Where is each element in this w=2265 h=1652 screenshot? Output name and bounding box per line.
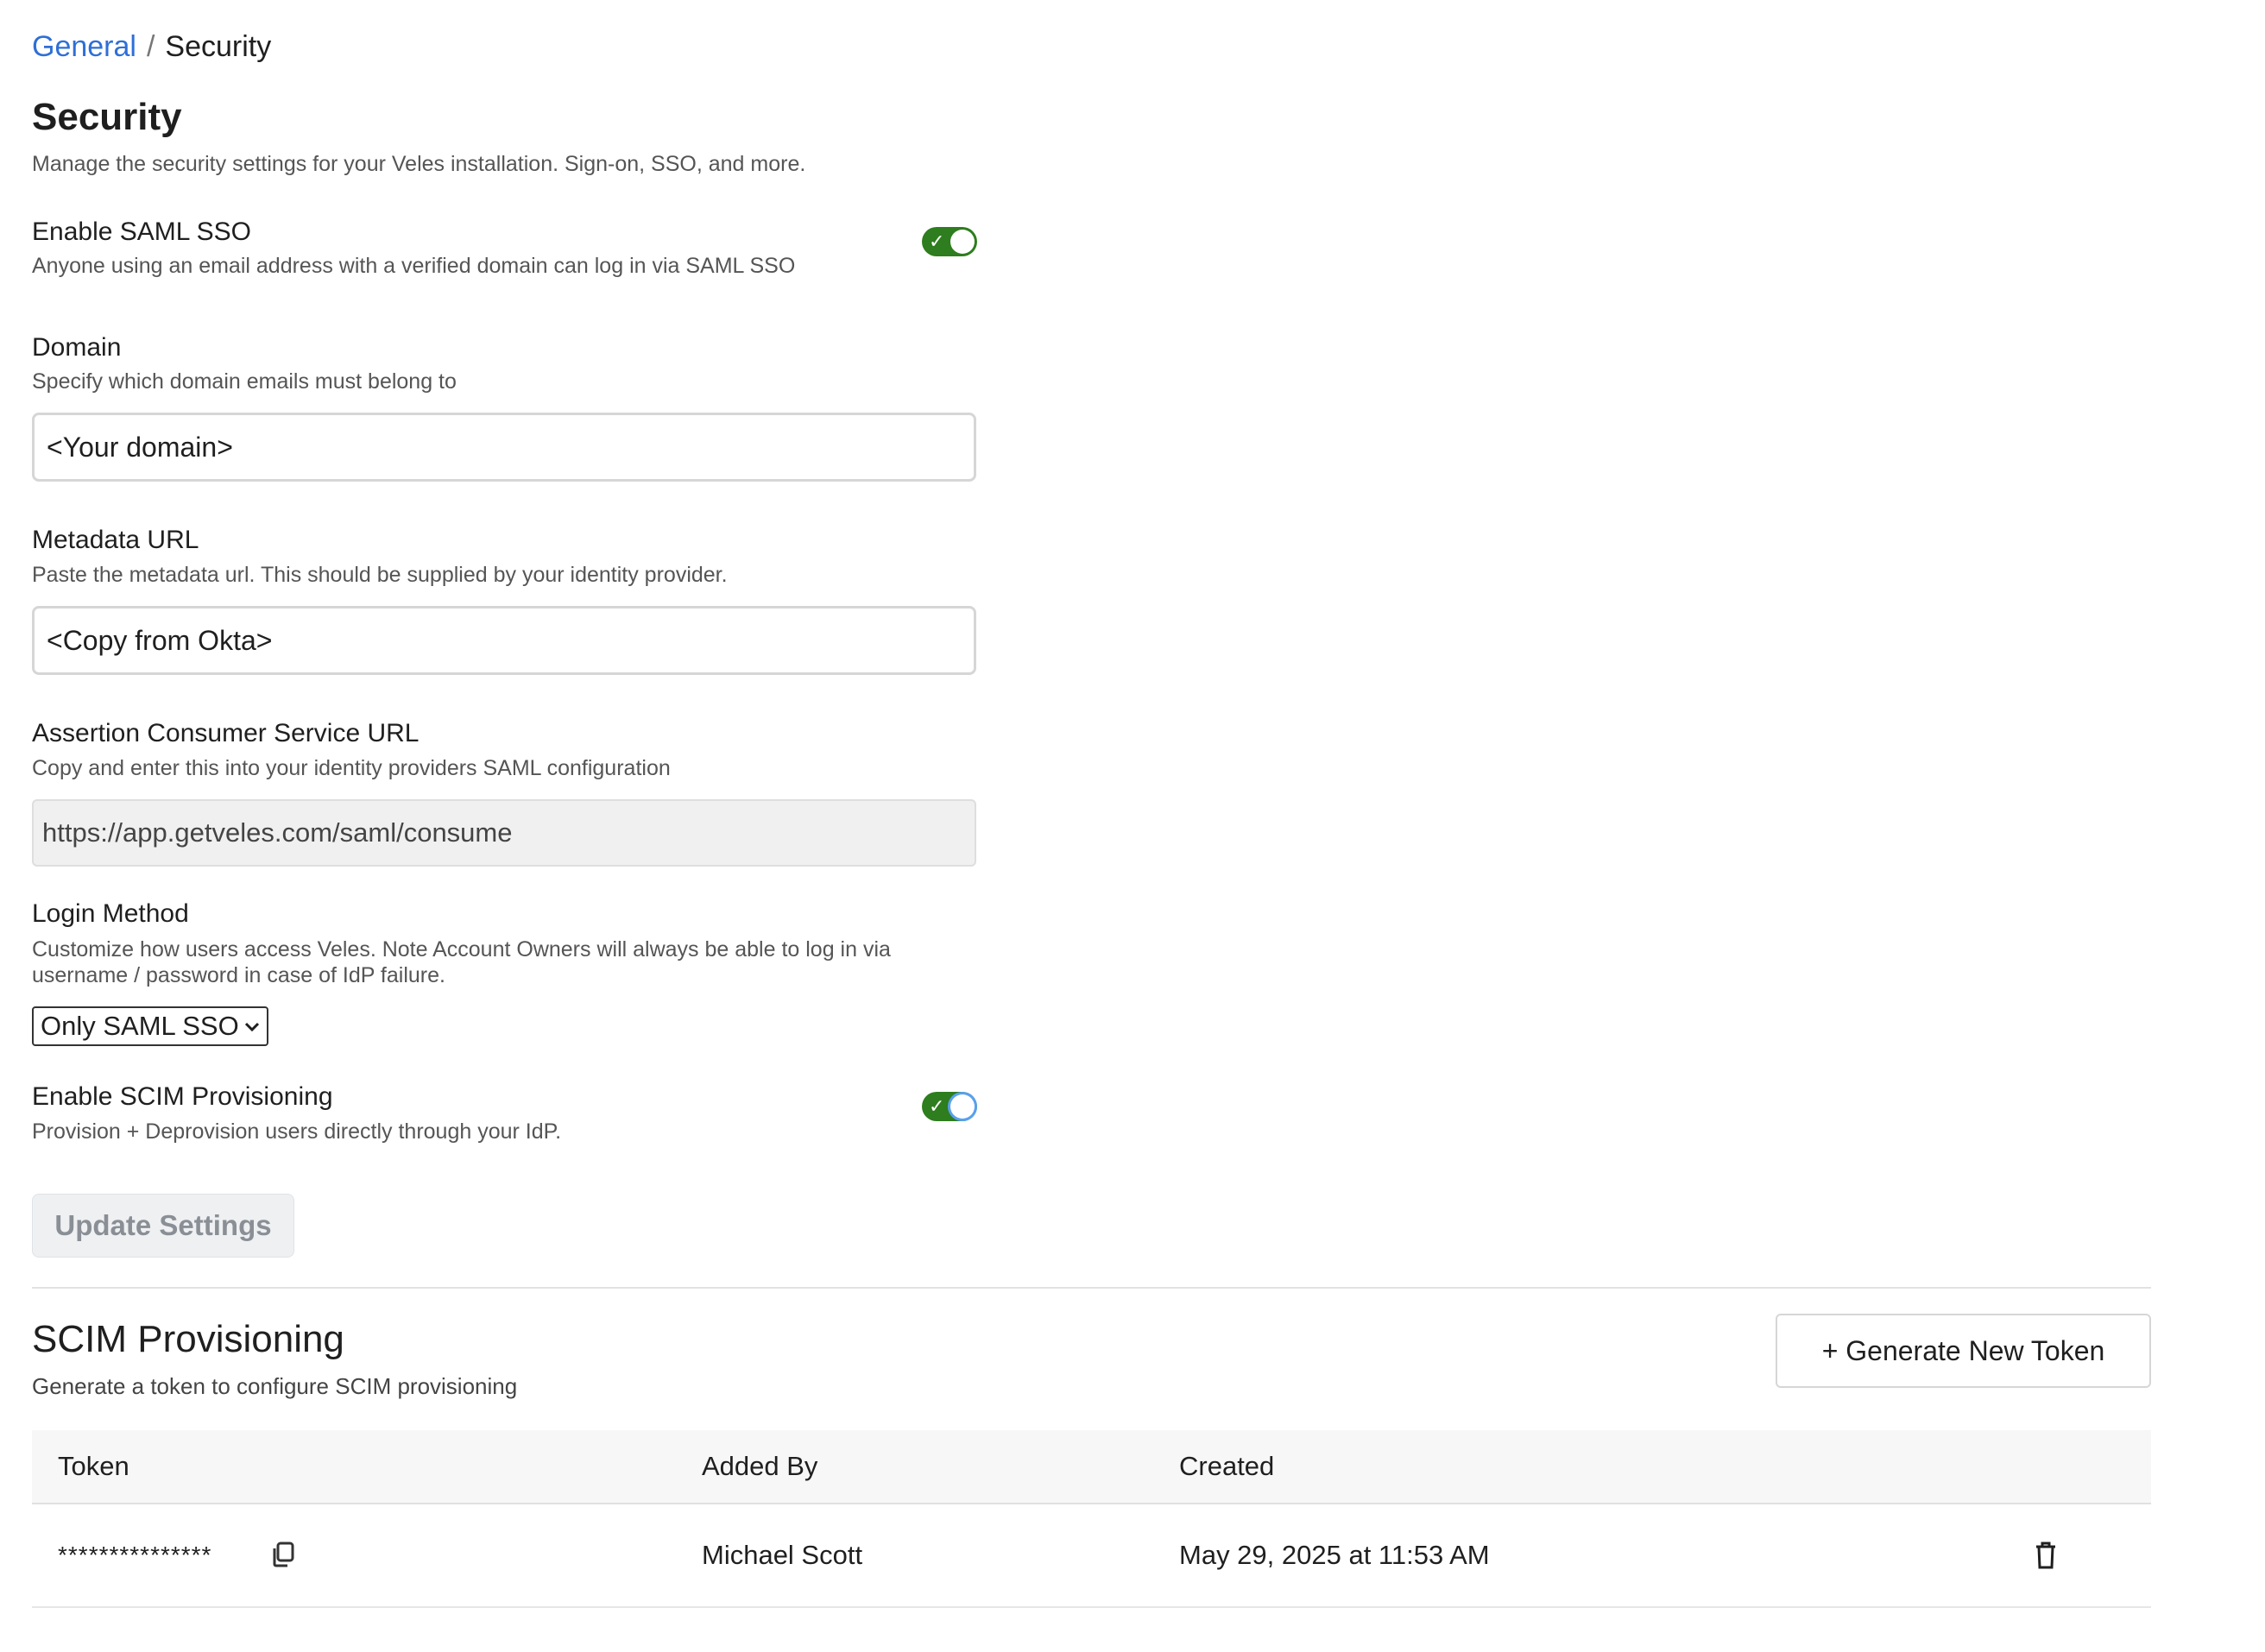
table-row: *************** Michael Scott May 29, 20… (32, 1504, 2151, 1608)
token-value: *************** (58, 1542, 212, 1568)
scim-provisioning-help: Provision + Deprovision users directly t… (32, 1119, 562, 1144)
chevron-down-icon (244, 1010, 260, 1046)
page-description: Manage the security settings for your Ve… (32, 152, 806, 176)
metadata-url-label: Metadata URL (32, 526, 199, 554)
toggle-knob (950, 230, 975, 254)
check-icon: ✓ (929, 230, 945, 252)
scim-section-description: Generate a token to configure SCIM provi… (32, 1373, 518, 1399)
column-header-added-by: Added By (702, 1451, 818, 1481)
generate-new-token-button[interactable]: + Generate New Token (1776, 1314, 2151, 1388)
added-by-value: Michael Scott (702, 1540, 863, 1570)
breadcrumb: General / Security (32, 29, 271, 64)
acs-url-field[interactable]: https://app.getveles.com/saml/consume (32, 799, 976, 867)
trash-icon[interactable] (2033, 1541, 2059, 1574)
security-settings-page: General / Security Security Manage the sec… (0, 0, 2265, 1652)
section-divider (32, 1287, 2151, 1289)
login-method-help-line2: username / password in case of IdP failu… (32, 963, 445, 987)
copy-icon[interactable] (270, 1541, 296, 1573)
domain-help: Specify which domain emails must belong … (32, 369, 457, 394)
saml-sso-help: Anyone using an email address with a ver… (32, 254, 796, 278)
scim-provisioning-label: Enable SCIM Provisioning (32, 1082, 333, 1111)
breadcrumb-link-general[interactable]: General (32, 30, 136, 63)
metadata-url-input[interactable] (32, 606, 976, 675)
saml-sso-label: Enable SAML SSO (32, 218, 252, 246)
scim-provisioning-toggle[interactable]: ✓ (922, 1092, 977, 1121)
login-method-label: Login Method (32, 899, 189, 928)
domain-input[interactable] (32, 413, 976, 482)
login-method-select[interactable]: Only SAML SSO (32, 1006, 268, 1046)
domain-label: Domain (32, 333, 122, 362)
update-settings-button[interactable]: Update Settings (32, 1194, 294, 1258)
tokens-table: Token Added By Created *************** M… (32, 1430, 2151, 1608)
saml-sso-toggle[interactable]: ✓ (922, 227, 977, 256)
breadcrumb-separator: / (146, 30, 155, 63)
column-header-token: Token (58, 1451, 129, 1481)
login-method-selected: Only SAML SSO (41, 1011, 239, 1041)
acs-url-label: Assertion Consumer Service URL (32, 719, 420, 747)
check-icon: ✓ (929, 1095, 945, 1117)
login-method-help-line1: Customize how users access Veles. Note A… (32, 937, 891, 962)
created-value: May 29, 2025 at 11:53 AM (1179, 1540, 1490, 1570)
metadata-url-help: Paste the metadata url. This should be s… (32, 563, 728, 587)
page-title: Security (32, 96, 182, 138)
scim-section-title: SCIM Provisioning (32, 1318, 344, 1360)
table-header: Token Added By Created (32, 1430, 2151, 1504)
toggle-knob (950, 1094, 975, 1119)
breadcrumb-current: Security (165, 30, 272, 63)
column-header-created: Created (1179, 1451, 1275, 1481)
acs-url-help: Copy and enter this into your identity p… (32, 756, 671, 780)
